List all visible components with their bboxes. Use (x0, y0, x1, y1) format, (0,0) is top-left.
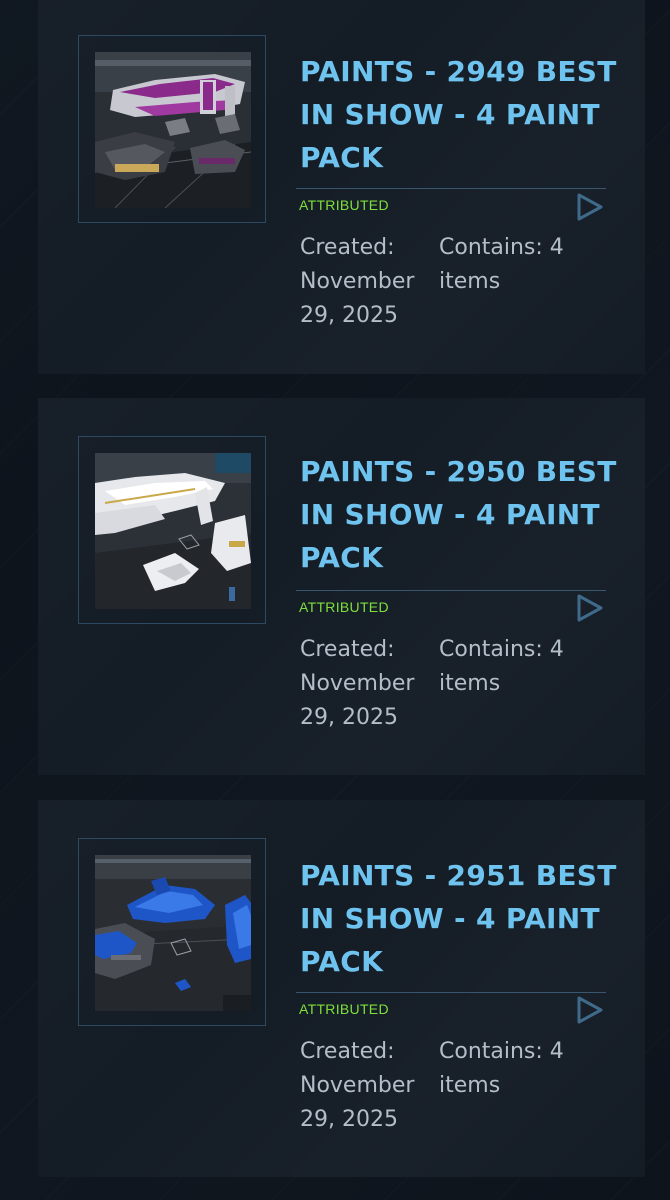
contains-count: Contains: 4 items (439, 1039, 564, 1098)
play-icon[interactable] (574, 593, 604, 623)
item-title[interactable]: PAINTS - 2950 BEST IN SHOW - 4 PAINT PAC… (300, 450, 620, 579)
thumbnail-frame[interactable] (78, 436, 266, 624)
pledge-card[interactable]: PAINTS - 2949 BEST IN SHOW - 4 PAINT PAC… (38, 0, 645, 374)
thumbnail-frame[interactable] (78, 838, 266, 1026)
contains-count: Contains: 4 items (439, 637, 564, 696)
thumbnail-frame[interactable] (78, 35, 266, 223)
item-title[interactable]: PAINTS - 2949 BEST IN SHOW - 4 PAINT PAC… (300, 50, 620, 179)
created-date: Created: November 29, 2025 (300, 637, 415, 730)
status-badge: ATTRIBUTED (299, 197, 389, 213)
title-divider (296, 188, 606, 189)
status-badge: ATTRIBUTED (299, 599, 389, 615)
ship-thumbnail[interactable] (95, 855, 251, 1011)
play-icon[interactable] (574, 995, 604, 1025)
play-icon[interactable] (574, 192, 604, 222)
created-date: Created: November 29, 2025 (300, 1039, 415, 1132)
pledge-card[interactable]: PAINTS - 2950 BEST IN SHOW - 4 PAINT PAC… (38, 398, 645, 775)
contains-count: Contains: 4 items (439, 235, 564, 294)
pledge-list: PAINTS - 2949 BEST IN SHOW - 4 PAINT PAC… (0, 0, 670, 1200)
pledge-card[interactable]: PAINTS - 2951 BEST IN SHOW - 4 PAINT PAC… (38, 800, 645, 1177)
item-title[interactable]: PAINTS - 2951 BEST IN SHOW - 4 PAINT PAC… (300, 854, 620, 983)
created-date: Created: November 29, 2025 (300, 235, 415, 328)
ship-thumbnail[interactable] (95, 52, 251, 208)
title-divider (296, 590, 606, 591)
ship-thumbnail[interactable] (95, 453, 251, 609)
title-divider (296, 992, 606, 993)
status-badge: ATTRIBUTED (299, 1001, 389, 1017)
